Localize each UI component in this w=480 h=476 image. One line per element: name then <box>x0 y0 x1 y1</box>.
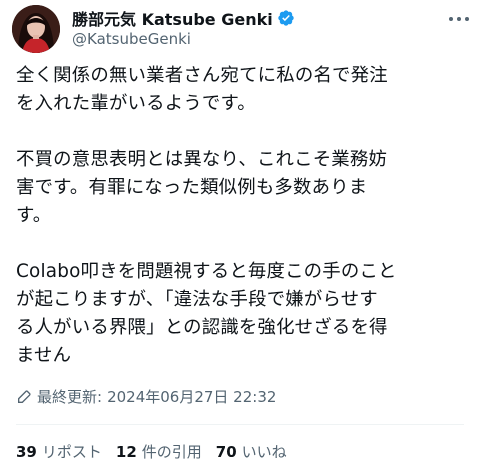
tweet-line: ません <box>16 345 72 366</box>
verified-badge-icon <box>278 10 294 26</box>
engagement-stats: 39 リポスト 12 件の引用 70 いいね <box>16 441 287 462</box>
tweet-line: が起こりますが、「違法な手段で嫌がらせす <box>16 289 378 310</box>
reposts-count: 39 <box>16 443 37 461</box>
quotes-stat[interactable]: 12 件の引用 <box>116 441 202 462</box>
more-dot-icon <box>457 17 461 21</box>
likes-stat[interactable]: 70 いいね <box>216 441 287 462</box>
author-display-name[interactable]: 勝部元気 Katsube Genki <box>72 6 273 30</box>
edit-history-icon <box>18 389 31 403</box>
reposts-label: リポスト <box>41 443 102 461</box>
likes-count: 70 <box>215 443 237 461</box>
tweet-line: 不買の意思表明とは異なり、これこそ業務妨 <box>16 149 388 170</box>
tweet-line: Colabo叩きを問題視すると毎度この手のこと <box>16 261 397 282</box>
edited-label: 最終更新: <box>37 388 103 406</box>
tweet-line: を入れた輩がいるようです。 <box>16 93 256 114</box>
tweet-line: 害です。有罪になった類似例も多数ありま <box>16 177 368 198</box>
tweet-timestamp[interactable]: 2024年06月27日 22:32 <box>107 386 276 407</box>
more-options-button[interactable] <box>446 10 472 28</box>
tweet-line: す。 <box>16 205 52 226</box>
more-dot-icon <box>465 17 469 21</box>
avatar-image <box>12 5 60 53</box>
author-name-row[interactable]: 勝部元気 Katsube Genki <box>72 6 295 30</box>
quotes-label: 件の引用 <box>141 443 202 461</box>
author-handle[interactable]: @KatsubeGenki <box>72 30 191 48</box>
quotes-count: 12 <box>115 443 137 461</box>
tweet-text: 全く関係の無い業者さん宛てに私の名で発注 を入れた輩がいるようです。 不買の意思… <box>16 62 468 370</box>
edit-history-link[interactable]: 最終更新: 2024年06月27日 22:32 <box>16 386 276 407</box>
reposts-stat[interactable]: 39 リポスト <box>16 441 102 462</box>
avatar[interactable] <box>12 5 60 53</box>
likes-label: いいね <box>241 443 287 461</box>
divider <box>16 424 464 425</box>
more-dot-icon <box>449 17 453 21</box>
tweet-line: 全く関係の無い業者さん宛てに私の名で発注 <box>16 65 388 86</box>
tweet-line: る人がいる界隈」との認識を強化せざるを得 <box>16 317 388 338</box>
